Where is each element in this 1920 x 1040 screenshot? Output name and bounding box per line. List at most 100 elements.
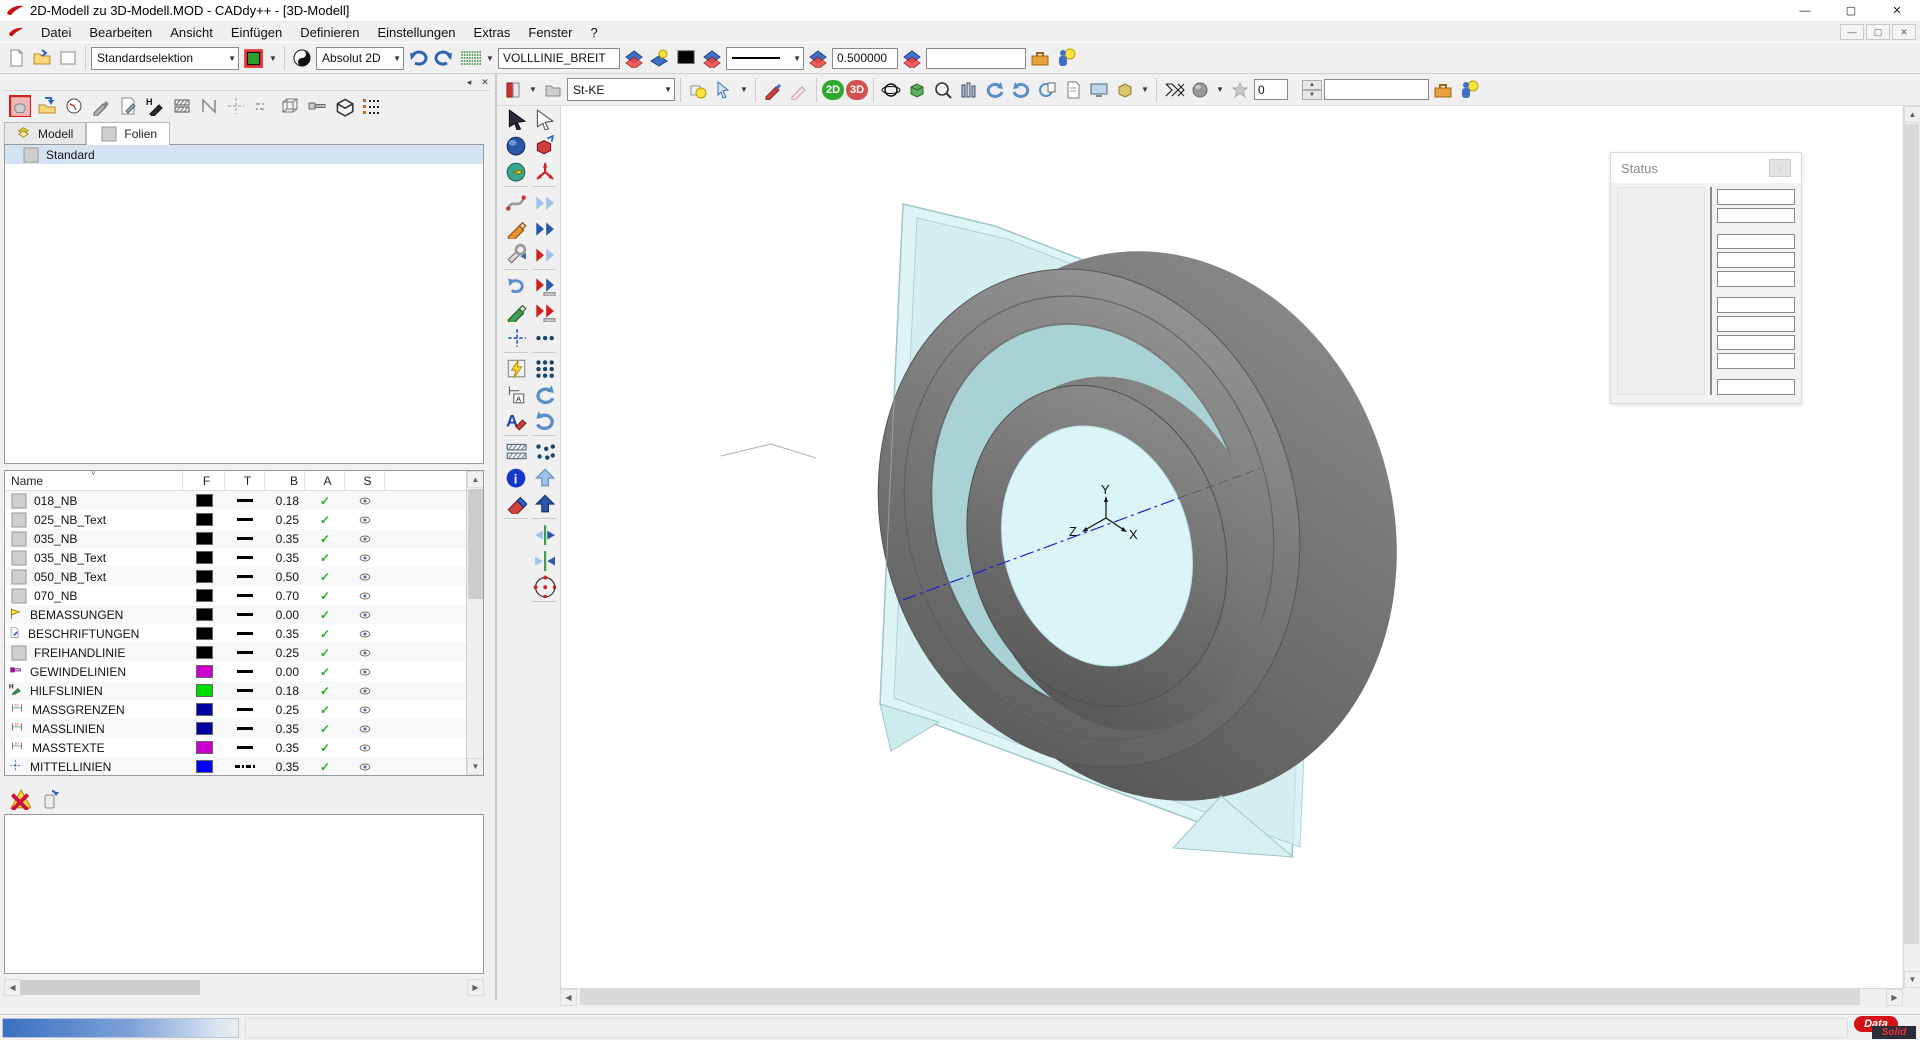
- cube-green-icon[interactable]: [905, 78, 929, 102]
- dock-message-area[interactable]: [4, 814, 484, 974]
- layer-linetype-cell[interactable]: [225, 518, 265, 521]
- section-lines-icon[interactable]: [197, 94, 221, 118]
- table-row[interactable]: 10MASSLINIEN0.35✓: [5, 719, 483, 738]
- point-list-icon[interactable]: [359, 94, 383, 118]
- layer-active-cell[interactable]: ✓: [305, 551, 345, 565]
- layer-diamond-icon[interactable]: [806, 46, 830, 70]
- layer-active-cell[interactable]: ✓: [305, 532, 345, 546]
- up-light-icon[interactable]: [531, 464, 557, 490]
- pointer-menu-icon[interactable]: [712, 78, 736, 102]
- dots-c-icon[interactable]: [531, 438, 557, 464]
- mirror-a-icon[interactable]: [531, 521, 557, 547]
- layer-visible-cell[interactable]: [345, 495, 385, 507]
- layer-visible-cell[interactable]: [345, 571, 385, 583]
- assistant-icon[interactable]: [1054, 46, 1078, 70]
- layer-visible-cell[interactable]: [345, 590, 385, 602]
- layer-color-cell[interactable]: [183, 570, 225, 583]
- layer-visible-cell[interactable]: [345, 685, 385, 697]
- scroll-right-icon[interactable]: ▶: [467, 979, 484, 996]
- layer-color-cell[interactable]: [183, 665, 225, 678]
- menu-extras[interactable]: Extras: [465, 23, 520, 42]
- selection-color-icon[interactable]: [241, 46, 265, 70]
- layer-visible-cell[interactable]: [345, 628, 385, 640]
- pen-light-icon[interactable]: [787, 78, 811, 102]
- layer-diamond-icon[interactable]: [900, 46, 924, 70]
- bolt-icon[interactable]: [305, 94, 329, 118]
- aux-3d-input[interactable]: [1324, 79, 1429, 100]
- layer-linetype-cell[interactable]: [225, 670, 265, 673]
- bulb-box-icon[interactable]: [686, 78, 710, 102]
- cube-red-icon[interactable]: [531, 132, 557, 158]
- profile-select[interactable]: St-KE▼: [567, 78, 675, 101]
- open-folder-icon[interactable]: [30, 46, 54, 70]
- wrench-icon[interactable]: [503, 241, 529, 267]
- hatch-icon[interactable]: [1162, 78, 1186, 102]
- layer-visible-cell[interactable]: [345, 647, 385, 659]
- count-spinner-value[interactable]: 0: [1254, 79, 1288, 100]
- layer-color-cell[interactable]: [183, 513, 225, 526]
- layer-color-cell[interactable]: [183, 551, 225, 564]
- selection-mode-select[interactable]: Standardselektion▼: [91, 47, 239, 70]
- rotate-a-icon[interactable]: [531, 381, 557, 407]
- scroll-thumb[interactable]: [20, 980, 200, 995]
- dots-a-icon[interactable]: [531, 324, 557, 350]
- orbit-icon[interactable]: [879, 78, 903, 102]
- dropdown-arrow-icon[interactable]: ▼: [1139, 78, 1151, 102]
- import-folder-icon[interactable]: [35, 94, 59, 118]
- status-field[interactable]: [1717, 353, 1795, 369]
- delete-red-x-icon[interactable]: [8, 787, 32, 811]
- zoom-pages-icon[interactable]: [957, 78, 981, 102]
- redo-icon[interactable]: [432, 46, 456, 70]
- menu-ansicht[interactable]: Ansicht: [161, 23, 222, 42]
- sphere-icon[interactable]: [1188, 78, 1212, 102]
- sheet-pencil-icon[interactable]: [116, 94, 140, 118]
- dock-close-button[interactable]: ✕: [478, 76, 492, 89]
- rotate-cycle-icon[interactable]: [503, 272, 529, 298]
- table-row[interactable]: 035_NB0.35✓: [5, 529, 483, 548]
- layer-color-cell[interactable]: [183, 760, 225, 773]
- layer-active-cell[interactable]: ✓: [305, 646, 345, 660]
- layer-linetype-cell[interactable]: [225, 689, 265, 692]
- table-row[interactable]: 070_NB0.70✓: [5, 586, 483, 605]
- minimize-button[interactable]: —: [1782, 0, 1828, 22]
- coord-mode-select[interactable]: Absolut 2D▼: [316, 47, 404, 70]
- dropdown-arrow-icon[interactable]: ▼: [738, 78, 750, 102]
- layer-visible-cell[interactable]: [345, 742, 385, 754]
- spin-down-icon[interactable]: ▼: [1302, 90, 1322, 100]
- status-field[interactable]: [1717, 189, 1795, 205]
- layer-linetype-cell[interactable]: [225, 651, 265, 654]
- dock-collapse-button[interactable]: ◂: [462, 76, 476, 89]
- mirror-b-icon[interactable]: [531, 547, 557, 573]
- assistant-icon[interactable]: [1457, 78, 1481, 102]
- table-row[interactable]: HHILFSLINIEN0.18✓: [5, 681, 483, 700]
- col-header-f[interactable]: F: [183, 471, 225, 491]
- table-row[interactable]: BEMASSUNGEN0.00✓: [5, 605, 483, 624]
- pencil-orange-icon[interactable]: [503, 215, 529, 241]
- status-field[interactable]: [1717, 316, 1795, 332]
- layer-visible-cell[interactable]: [345, 609, 385, 621]
- table-row[interactable]: 035_NB_Text0.35✓: [5, 548, 483, 567]
- table-row[interactable]: 10MASSTEXTE0.35✓: [5, 738, 483, 757]
- col-header-b[interactable]: B: [265, 471, 305, 491]
- layer-active-cell[interactable]: ✓: [305, 608, 345, 622]
- scroll-down-icon[interactable]: ▼: [467, 758, 484, 775]
- layer-visible-cell[interactable]: [345, 552, 385, 564]
- scroll-up-icon[interactable]: ▲: [467, 471, 484, 488]
- status-field[interactable]: [1717, 335, 1795, 351]
- rotate-left-icon[interactable]: [983, 78, 1007, 102]
- layer-linetype-cell[interactable]: [225, 613, 265, 616]
- menu-fenster[interactable]: Fenster: [519, 23, 581, 42]
- layer-linetype-cell[interactable]: [225, 746, 265, 749]
- cursor-dark-icon[interactable]: [503, 106, 529, 132]
- star-icon[interactable]: [1228, 78, 1252, 102]
- table-row[interactable]: BESCHRIFTUNGEN0.35✓: [5, 624, 483, 643]
- layer-active-cell[interactable]: ✓: [305, 665, 345, 679]
- status-field[interactable]: [1717, 297, 1795, 313]
- tree-item-standard[interactable]: Standard: [5, 145, 483, 164]
- dropdown-arrow-icon[interactable]: ▼: [484, 46, 496, 70]
- scroll-right-icon[interactable]: ▶: [1886, 989, 1903, 1006]
- hatch-box-icon[interactable]: [170, 94, 194, 118]
- orbit-page-icon[interactable]: [1035, 78, 1059, 102]
- timer-icon[interactable]: [62, 94, 86, 118]
- pen-red-icon[interactable]: [761, 78, 785, 102]
